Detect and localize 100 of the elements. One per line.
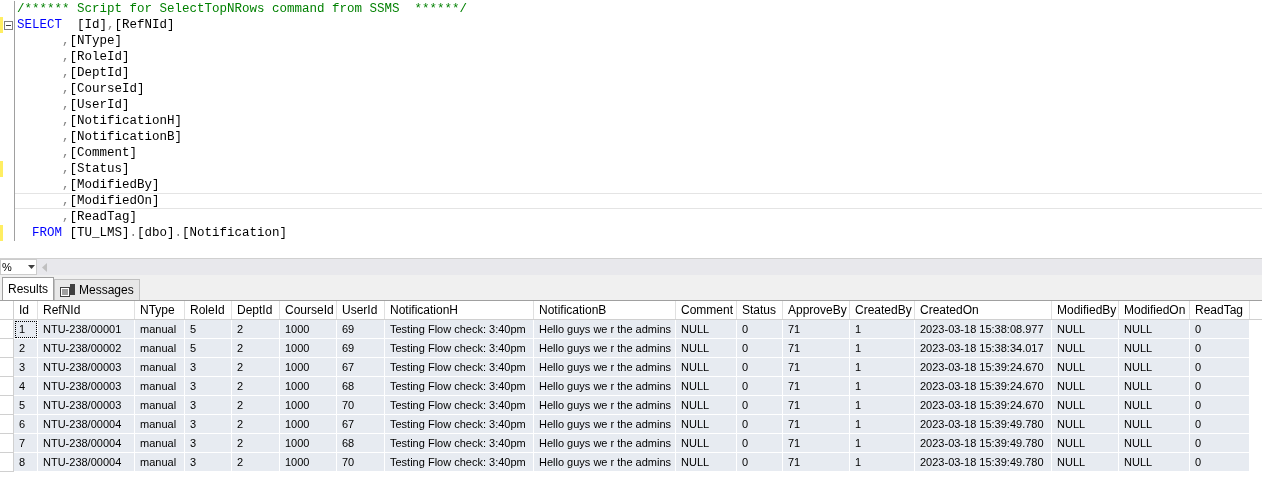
table-cell: 67	[337, 415, 385, 434]
table-cell: 0	[1190, 396, 1250, 415]
table-cell: 3	[185, 377, 232, 396]
results-tab[interactable]: Results	[2, 277, 54, 300]
table-cell: Testing Flow check: 3:40pm	[385, 320, 534, 339]
row-header[interactable]	[0, 358, 14, 377]
collapse-icon[interactable]	[4, 20, 13, 30]
table-cell: 1	[14, 320, 38, 339]
table-cell: 1000	[280, 434, 337, 453]
table-cell: 71	[783, 358, 850, 377]
code-line: ,[CourseId]	[61, 81, 145, 97]
table-cell: NTU-238/00004	[38, 434, 135, 453]
table-cell: NULL	[1052, 358, 1119, 377]
table-cell: 71	[783, 453, 850, 472]
zoom-dropdown[interactable]: %	[0, 259, 37, 275]
table-cell: manual	[135, 434, 185, 453]
table-cell: 0	[1190, 434, 1250, 453]
row-header[interactable]	[0, 434, 14, 453]
table-cell: 2023-03-18 15:39:49.780	[915, 415, 1052, 434]
table-cell: manual	[135, 453, 185, 472]
table-cell: 3	[185, 453, 232, 472]
code-line: ,[Comment]	[61, 145, 138, 161]
table-cell: Testing Flow check: 3:40pm	[385, 453, 534, 472]
row-header[interactable]	[0, 396, 14, 415]
table-cell: 2023-03-18 15:39:24.670	[915, 358, 1052, 377]
table-cell: NULL	[1119, 453, 1190, 472]
table-cell: Testing Flow check: 3:40pm	[385, 415, 534, 434]
table-cell: 3	[185, 415, 232, 434]
table-cell: 70	[337, 453, 385, 472]
table-cell: manual	[135, 415, 185, 434]
table-cell: 3	[185, 434, 232, 453]
table-cell: 71	[783, 377, 850, 396]
table-cell: 3	[14, 358, 38, 377]
table-cell: NULL	[1119, 396, 1190, 415]
table-cell: NULL	[1052, 434, 1119, 453]
row-header[interactable]	[0, 377, 14, 396]
table-cell: 2023-03-18 15:39:24.670	[915, 396, 1052, 415]
table-cell: 7	[14, 434, 38, 453]
table-cell: 0	[1190, 339, 1250, 358]
table-cell: NULL	[676, 377, 737, 396]
table-cell: 69	[337, 320, 385, 339]
table-cell: 67	[337, 358, 385, 377]
table-cell: NTU-238/00004	[38, 415, 135, 434]
table-cell: 0	[737, 320, 783, 339]
row-header[interactable]	[0, 453, 14, 472]
table-cell: 0	[737, 358, 783, 377]
code-line: ,[ReadTag]	[61, 209, 138, 225]
table-cell: 0	[737, 434, 783, 453]
code-line: /****** Script for SelectTopNRows command from SSMS ******/	[17, 1, 468, 17]
table-cell: NTU-238/00003	[38, 358, 135, 377]
table-cell: 71	[783, 434, 850, 453]
table-cell: NTU-238/00001	[38, 320, 135, 339]
table-cell: 5	[14, 396, 38, 415]
table-cell: NULL	[1119, 377, 1190, 396]
table-cell: 70	[337, 396, 385, 415]
table-cell: 1000	[280, 396, 337, 415]
table-cell: 2	[232, 434, 280, 453]
table-cell: 8	[14, 453, 38, 472]
row-header[interactable]	[0, 339, 14, 358]
table-cell: NULL	[1119, 320, 1190, 339]
code-line: SELECT [Id],[RefNId]	[17, 17, 175, 33]
table-cell: 69	[337, 339, 385, 358]
table-cell: NULL	[1052, 396, 1119, 415]
table-cell: NULL	[1052, 415, 1119, 434]
results-tab[interactable]: Messages	[54, 279, 140, 300]
table-cell: Hello guys we r the admins	[534, 320, 676, 339]
table-cell: 4	[14, 377, 38, 396]
row-header[interactable]	[0, 320, 14, 339]
code-line: ,[NotificationH]	[61, 113, 183, 129]
table-cell: Testing Flow check: 3:40pm	[385, 396, 534, 415]
table-cell: 3	[185, 358, 232, 377]
scroll-left-icon[interactable]	[42, 262, 47, 272]
row-header[interactable]	[0, 415, 14, 434]
table-cell: 1000	[280, 320, 337, 339]
table-cell: 1	[850, 339, 915, 358]
table-cell: Testing Flow check: 3:40pm	[385, 358, 534, 377]
table-cell: NULL	[1052, 453, 1119, 472]
table-cell: 0	[1190, 453, 1250, 472]
table-cell: 2023-03-18 15:38:34.017	[915, 339, 1052, 358]
table-cell: 0	[1190, 415, 1250, 434]
table-cell: 2	[232, 339, 280, 358]
message-log-icon	[60, 283, 75, 297]
table-cell: manual	[135, 339, 185, 358]
table-cell: Testing Flow check: 3:40pm	[385, 377, 534, 396]
table-cell: 2023-03-18 15:39:49.780	[915, 434, 1052, 453]
table-cell: 2023-03-18 15:38:08.977	[915, 320, 1052, 339]
table-cell: 2	[232, 320, 280, 339]
table-cell: 2	[14, 339, 38, 358]
table-cell: 1000	[280, 377, 337, 396]
table-cell: Hello guys we r the admins	[534, 358, 676, 377]
table-cell: NULL	[1119, 358, 1190, 377]
table-cell: 0	[1190, 320, 1250, 339]
table-cell: NULL	[1052, 377, 1119, 396]
table-cell: NULL	[676, 434, 737, 453]
table-cell: 2	[232, 396, 280, 415]
table-cell: NULL	[1119, 339, 1190, 358]
table-cell: 68	[337, 377, 385, 396]
code-line: ,[UserId]	[61, 97, 130, 113]
table-cell: 1000	[280, 339, 337, 358]
table-cell: 0	[737, 377, 783, 396]
